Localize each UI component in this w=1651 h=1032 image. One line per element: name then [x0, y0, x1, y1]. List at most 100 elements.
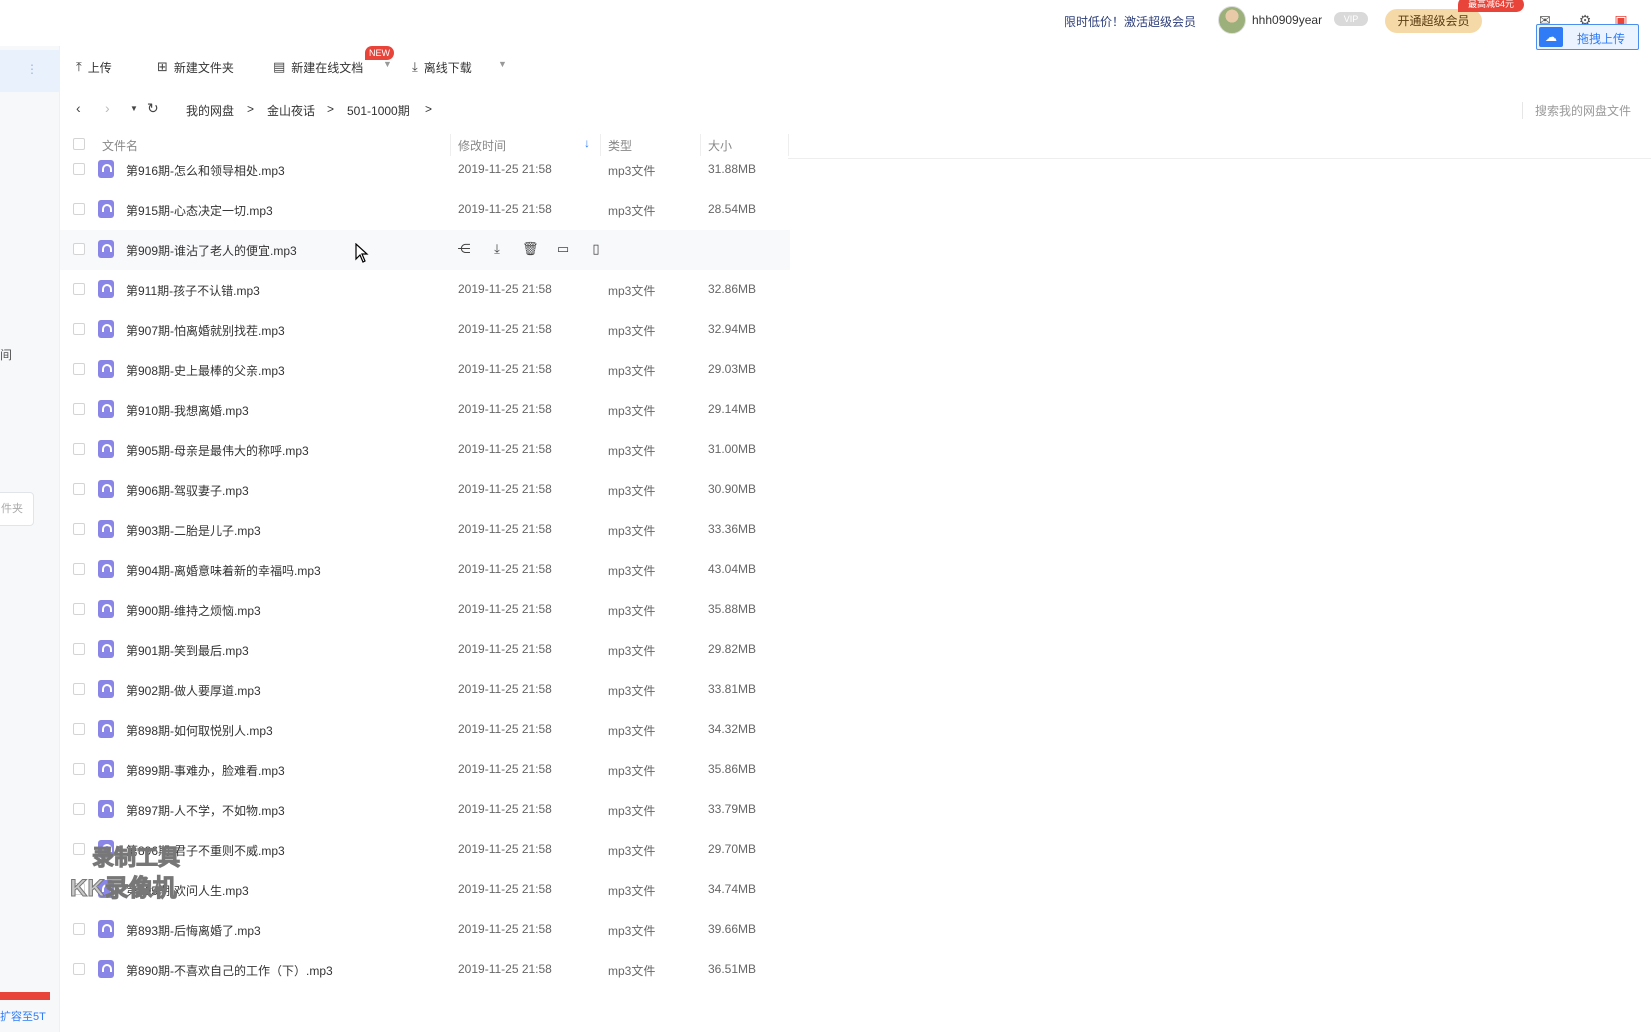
table-row[interactable]: 第902期-做人要厚道.mp3 2019-11-25 21:58 mp3文件 33.8…	[60, 670, 790, 710]
file-name[interactable]: 第916期-怎么和领导相处.mp3	[126, 162, 285, 179]
back-icon[interactable]: ‹	[76, 100, 81, 116]
row-checkbox[interactable]	[73, 523, 85, 535]
search-input[interactable]: 搜索我的网盘文件	[1522, 102, 1631, 119]
sort-desc-icon[interactable]: ↓	[584, 136, 590, 150]
table-row[interactable]: 第904期-离婚意味着新的幸福吗.mp3 2019-11-25 21:58 mp3文…	[60, 550, 790, 590]
new-doc-dropdown-icon[interactable]: ▼	[383, 59, 392, 69]
file-name[interactable]: 第905期-母亲是最伟大的称呼.mp3	[126, 442, 309, 459]
table-row[interactable]: 第907期-怕离婚就别找茬.mp3 2019-11-25 21:58 mp3文件 32…	[60, 310, 790, 350]
audio-file-icon	[98, 640, 114, 658]
file-name[interactable]: 第890期-不喜欢自己的工作（下）.mp3	[126, 962, 333, 979]
new-online-doc-button[interactable]: ▤ 新建在线文档	[273, 58, 363, 76]
table-row[interactable]: 第910期-我想离婚.mp3 2019-11-25 21:58 mp3文件 29.14…	[60, 390, 790, 430]
modified-time: 2019-11-25 21:58	[458, 722, 552, 736]
row-checkbox[interactable]	[73, 163, 85, 175]
refresh-icon[interactable]: ↻	[147, 100, 159, 117]
header-divider-line	[788, 158, 1651, 159]
row-checkbox[interactable]	[73, 283, 85, 295]
file-name[interactable]: 第906期-驾驭妻子.mp3	[126, 482, 249, 499]
download-icon[interactable]: ⤓	[489, 240, 505, 258]
table-row[interactable]: 第898期-如何取悦别人.mp3 2019-11-25 21:58 mp3文件 34.…	[60, 710, 790, 750]
file-name[interactable]: 第911期-孩子不认错.mp3	[126, 282, 260, 299]
rename-icon[interactable]: ▭	[555, 240, 571, 258]
file-name[interactable]: 第904期-离婚意味着新的幸福吗.mp3	[126, 562, 321, 579]
row-checkbox[interactable]	[73, 603, 85, 615]
file-type: mp3文件	[608, 404, 656, 418]
table-row[interactable]: 第906期-驾驭妻子.mp3 2019-11-25 21:58 mp3文件 30.90…	[60, 470, 790, 510]
open-vip-button[interactable]: 开通超级会员	[1385, 9, 1482, 33]
breadcrumb-item-root[interactable]: 我的网盘	[186, 102, 234, 119]
row-checkbox[interactable]	[73, 443, 85, 455]
modified-time: 2019-11-25 21:58	[458, 322, 552, 336]
row-checkbox[interactable]	[73, 803, 85, 815]
row-checkbox[interactable]	[73, 483, 85, 495]
file-type: mp3文件	[608, 444, 656, 458]
table-row[interactable]: 第903期-二胎是儿子.mp3 2019-11-25 21:58 mp3文件 33.3…	[60, 510, 790, 550]
row-checkbox[interactable]	[73, 963, 85, 975]
table-row[interactable]: 第893期-后悔离婚了.mp3 2019-11-25 21:58 mp3文件 39.6…	[60, 910, 790, 950]
forward-icon[interactable]: ›	[105, 100, 110, 116]
table-row[interactable]: 第911期-孩子不认错.mp3 2019-11-25 21:58 mp3文件 32.8…	[60, 270, 790, 310]
avatar[interactable]	[1218, 6, 1246, 34]
sidebar-folder-box[interactable]: 件夹	[0, 492, 34, 526]
delete-icon[interactable]: 🗑	[522, 240, 539, 258]
file-type: mp3文件	[608, 764, 656, 778]
history-dropdown-icon[interactable]: ▼	[130, 104, 138, 113]
table-row[interactable]: 第908期-史上最棒的父亲.mp3 2019-11-25 21:58 mp3文件 29…	[60, 350, 790, 390]
file-size: 33.36MB	[708, 522, 757, 536]
file-name[interactable]: 第900期-维持之烦恼.mp3	[126, 602, 261, 619]
row-checkbox[interactable]	[73, 643, 85, 655]
more-options-icon[interactable]: ▯	[588, 240, 604, 258]
audio-file-icon	[98, 520, 114, 538]
share-icon[interactable]: ⋲	[456, 240, 472, 258]
file-name[interactable]: 第899期-事难办，脸难看.mp3	[126, 762, 285, 779]
row-checkbox[interactable]	[73, 763, 85, 775]
offline-download-button[interactable]: ⤓ 离线下载	[412, 58, 472, 76]
file-name[interactable]: 第909期-谁沾了老人的便宜.mp3	[126, 242, 297, 259]
row-checkbox[interactable]	[73, 203, 85, 215]
expand-storage-link[interactable]: 扩容至5T	[0, 1008, 46, 1024]
file-name[interactable]: 第901期-笑到最后.mp3	[126, 642, 249, 659]
table-row[interactable]: 第909期-谁沾了老人的便宜.mp3 ⋲ ⤓ 🗑 ▭ ▯	[60, 230, 790, 270]
row-checkbox[interactable]	[73, 683, 85, 695]
file-name[interactable]: 第915期-心态决定一切.mp3	[126, 202, 273, 219]
file-name[interactable]: 第898期-如何取悦别人.mp3	[126, 722, 273, 739]
file-name[interactable]: 第908期-史上最棒的父亲.mp3	[126, 362, 285, 379]
row-checkbox[interactable]	[73, 403, 85, 415]
row-checkbox[interactable]	[73, 243, 85, 255]
breadcrumb-item-folder[interactable]: 金山夜话	[267, 102, 315, 119]
table-row[interactable]: 第900期-维持之烦恼.mp3 2019-11-25 21:58 mp3文件 35.8…	[60, 590, 790, 630]
offline-download-dropdown-icon[interactable]: ▼	[498, 59, 507, 69]
select-all-checkbox[interactable]	[73, 138, 85, 150]
sidebar-item-active[interactable]: ⋮	[0, 50, 60, 92]
username[interactable]: hhh0909year	[1252, 13, 1322, 27]
row-checkbox[interactable]	[73, 563, 85, 575]
row-checkbox[interactable]	[73, 363, 85, 375]
table-row[interactable]: 第897期-人不学，不如物.mp3 2019-11-25 21:58 mp3文件 33…	[60, 790, 790, 830]
audio-file-icon	[98, 720, 114, 738]
table-row[interactable]: 第915期-心态决定一切.mp3 2019-11-25 21:58 mp3文件 28.…	[60, 190, 790, 230]
file-size: 32.86MB	[708, 282, 757, 296]
table-row[interactable]: 第890期-不喜欢自己的工作（下）.mp3 2019-11-25 21:58 mp3…	[60, 950, 790, 990]
breadcrumb-separator: >	[327, 102, 335, 116]
promo-link[interactable]: 限时低价！激活超级会员	[1064, 13, 1196, 30]
row-checkbox[interactable]	[73, 323, 85, 335]
row-checkbox[interactable]	[73, 723, 85, 735]
sale-tag: 最高减64元	[1458, 0, 1524, 12]
table-row[interactable]: 第905期-母亲是最伟大的称呼.mp3 2019-11-25 21:58 mp3文件…	[60, 430, 790, 470]
table-row[interactable]: 第899期-事难办，脸难看.mp3 2019-11-25 21:58 mp3文件 35…	[60, 750, 790, 790]
table-row[interactable]: 第901期-笑到最后.mp3 2019-11-25 21:58 mp3文件 29.82…	[60, 630, 790, 670]
upload-button[interactable]: ⤒ 上传	[76, 58, 112, 76]
file-name[interactable]: 第893期-后悔离婚了.mp3	[126, 922, 261, 939]
file-name[interactable]: 第902期-做人要厚道.mp3	[126, 682, 261, 699]
new-folder-button[interactable]: ⊞ 新建文件夹	[157, 58, 234, 76]
table-row[interactable]: 第916期-怎么和领导相处.mp3 2019-11-25 21:58 mp3文件 31…	[60, 150, 790, 190]
file-name[interactable]: 第907期-怕离婚就别找茬.mp3	[126, 322, 285, 339]
file-name[interactable]: 第910期-我想离婚.mp3	[126, 402, 249, 419]
vip-badge-icon: VIP	[1334, 12, 1368, 26]
file-name[interactable]: 第897期-人不学，不如物.mp3	[126, 802, 285, 819]
file-name[interactable]: 第903期-二胎是儿子.mp3	[126, 522, 261, 539]
row-checkbox[interactable]	[73, 923, 85, 935]
file-size: 35.88MB	[708, 602, 757, 616]
breadcrumb-item-current[interactable]: 501-1000期	[347, 102, 410, 119]
